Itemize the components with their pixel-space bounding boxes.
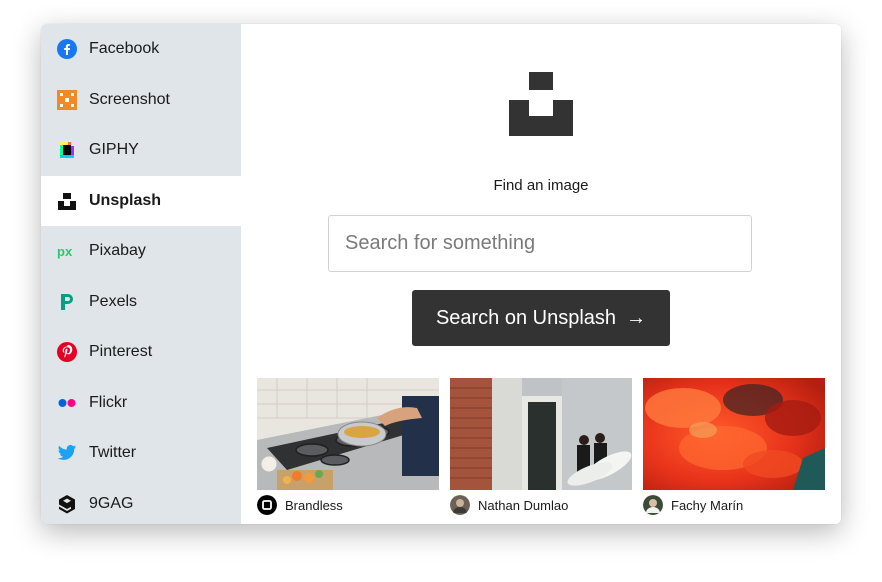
sidebar-item-pinterest[interactable]: Pinterest: [41, 327, 241, 378]
sidebar-item-label: Unsplash: [89, 191, 162, 209]
sidebar-item-label: Flickr: [89, 393, 128, 411]
sidebar: Facebook Screenshot GIPHY Unsplash px Pi…: [41, 24, 241, 524]
photographer-name[interactable]: Brandless: [285, 498, 343, 513]
arrow-right-icon: →: [626, 306, 647, 329]
photographer-name[interactable]: Fachy Marín: [671, 498, 743, 513]
pexels-icon: [57, 292, 77, 312]
sidebar-item-label: Twitter: [89, 444, 137, 462]
unsplash-logo-icon: [509, 72, 573, 141]
image-result-card[interactable]: Nathan Dumlao: [450, 378, 632, 515]
image-result-card[interactable]: Brandless: [257, 378, 439, 515]
sidebar-item-label: Pexels: [89, 292, 138, 310]
flickr-icon: [57, 393, 77, 413]
search-unsplash-button[interactable]: Search on Unsplash →: [412, 290, 670, 346]
sidebar-item-label: GIPHY: [89, 141, 139, 159]
pinterest-icon: [57, 342, 77, 363]
sidebar-item-twitter[interactable]: Twitter: [41, 428, 241, 479]
sidebar-item-unsplash[interactable]: Unsplash: [41, 175, 241, 226]
sidebar-item-label: Pixabay: [89, 242, 146, 260]
sidebar-item-9gag[interactable]: 9GAG: [41, 479, 241, 525]
sidebar-item-label: Pinterest: [89, 343, 153, 361]
sidebar-item-label: 9GAG: [89, 494, 134, 512]
sidebar-item-facebook[interactable]: Facebook: [41, 24, 241, 75]
twitter-icon: [57, 443, 77, 463]
image-result-card[interactable]: Fachy Marín: [643, 378, 825, 515]
sidebar-item-giphy[interactable]: GIPHY: [41, 125, 241, 176]
sidebar-item-pixabay[interactable]: px Pixabay: [41, 226, 241, 277]
sidebar-item-screenshot[interactable]: Screenshot: [41, 75, 241, 126]
avatar[interactable]: [643, 495, 663, 515]
sidebar-item-flickr[interactable]: Flickr: [41, 378, 241, 429]
avatar[interactable]: [450, 495, 470, 515]
9gag-icon: [57, 494, 77, 514]
search-button-label: Search on Unsplash: [435, 306, 617, 329]
sidebar-item-pexels[interactable]: Pexels: [41, 277, 241, 328]
find-image-label: Find an image: [493, 177, 589, 194]
search-input[interactable]: [328, 215, 752, 272]
sidebar-item-label: Facebook: [89, 40, 160, 58]
screenshot-icon: [57, 89, 77, 110]
main-panel: Find an image Search on Unsplash →: [241, 24, 841, 524]
image-thumbnail[interactable]: [257, 378, 439, 490]
avatar[interactable]: [257, 495, 277, 515]
facebook-icon: [57, 39, 77, 60]
unsplash-icon: [57, 191, 77, 211]
pixabay-icon: px: [57, 241, 77, 261]
sidebar-item-label: Screenshot: [89, 90, 170, 108]
app-window: Facebook Screenshot GIPHY Unsplash px Pi…: [41, 24, 841, 524]
image-thumbnail[interactable]: [643, 378, 825, 490]
photographer-name[interactable]: Nathan Dumlao: [478, 498, 568, 513]
svg-text:px: px: [57, 244, 73, 259]
giphy-icon: [57, 140, 77, 160]
image-thumbnail[interactable]: [450, 378, 632, 490]
